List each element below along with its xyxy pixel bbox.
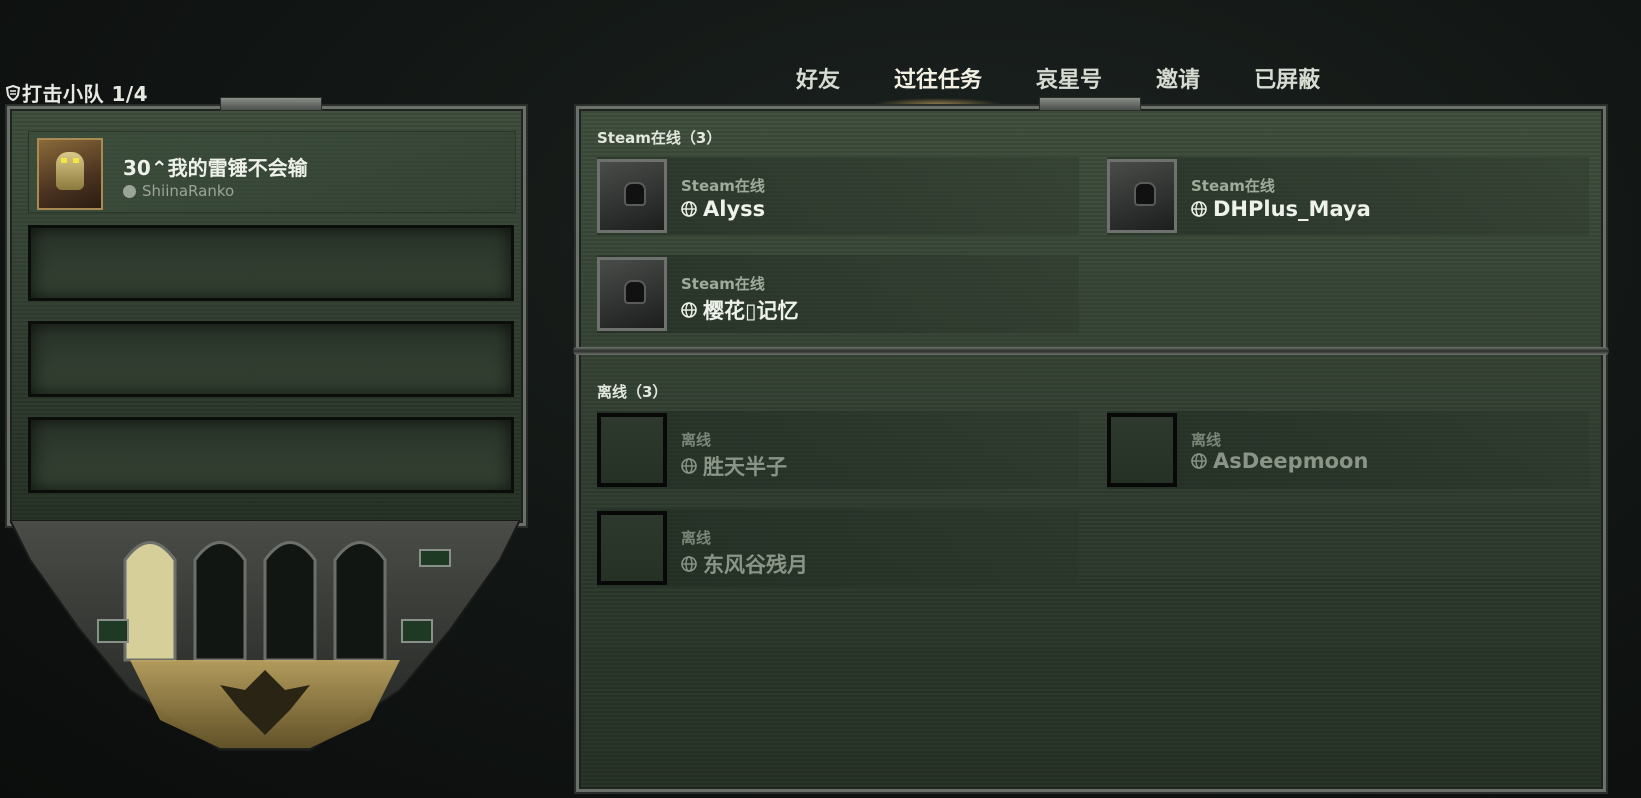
friend-status: Steam在线 xyxy=(681,177,765,195)
empty-squad-slot[interactable] xyxy=(28,225,514,301)
friend-card[interactable]: 离线 胜天半子 xyxy=(597,411,1079,489)
friend-name-text: DHPlus_Maya xyxy=(1213,197,1371,221)
friend-name: DHPlus_Maya xyxy=(1191,197,1371,221)
friend-card[interactable]: Steam在线 樱花▯记忆 xyxy=(597,255,1079,333)
online-section-label: Steam在线（3） xyxy=(597,129,722,147)
panel-cap xyxy=(220,97,322,111)
friend-name: 樱花▯记忆 xyxy=(681,295,799,325)
skull-icon xyxy=(624,182,646,206)
friend-card[interactable]: 离线 东风谷残月 xyxy=(597,509,1079,587)
member-account: ShiinaRanko xyxy=(123,182,234,200)
gothic-shrine-decoration xyxy=(10,520,520,751)
friend-card[interactable]: 离线 AsDeepmoon xyxy=(1107,411,1589,489)
avatar xyxy=(37,138,103,210)
panel-cap xyxy=(1039,97,1141,111)
empty-squad-slot[interactable] xyxy=(28,321,514,397)
friend-name: 东风谷残月 xyxy=(681,549,808,579)
avatar xyxy=(597,159,667,233)
avatar xyxy=(1107,159,1177,233)
offline-section-label: 离线（3） xyxy=(597,383,668,401)
globe-icon xyxy=(1191,201,1207,217)
friend-status: 离线 xyxy=(1191,431,1222,449)
globe-icon xyxy=(681,302,697,318)
squad-panel: 30⌃我的雷锤不会输 ShiinaRanko xyxy=(7,97,526,526)
friend-status: 离线 xyxy=(681,431,712,449)
skull-icon xyxy=(1134,182,1156,206)
tab-friends[interactable]: 好友 xyxy=(780,58,856,104)
avatar xyxy=(597,511,667,585)
friends-panel: Steam在线（3） Steam在线 Alyss Steam在线 DHPlus_… xyxy=(573,97,1609,792)
skull-icon xyxy=(624,280,646,304)
squad-member-slot[interactable]: 30⌃我的雷锤不会输 ShiinaRanko xyxy=(28,131,516,213)
friend-name: 胜天半子 xyxy=(681,451,787,481)
eye-icon xyxy=(61,158,67,163)
friend-card[interactable]: Steam在线 DHPlus_Maya xyxy=(1107,157,1589,235)
empty-squad-slot[interactable] xyxy=(28,417,514,493)
avatar xyxy=(597,413,667,487)
avatar xyxy=(1107,413,1177,487)
globe-icon xyxy=(1191,453,1207,469)
friend-name-text: 东风谷残月 xyxy=(703,553,808,577)
tab-blocked[interactable]: 已屏蔽 xyxy=(1238,58,1336,104)
avatar xyxy=(597,257,667,331)
friend-status: Steam在线 xyxy=(1191,177,1275,195)
tab-past-missions[interactable]: 过往任务 xyxy=(874,58,1003,110)
eye-icon xyxy=(73,158,79,163)
friend-name-text: Alyss xyxy=(703,197,766,221)
friend-name-text: AsDeepmoon xyxy=(1213,449,1369,473)
tab-invites[interactable]: 邀请 xyxy=(1140,58,1216,104)
steam-icon xyxy=(123,184,136,198)
friend-name: AsDeepmoon xyxy=(1191,449,1368,473)
friend-name: Alyss xyxy=(681,197,765,221)
member-name: 30⌃我的雷锤不会输 xyxy=(123,156,308,180)
globe-icon xyxy=(681,556,697,572)
member-account-name: ShiinaRanko xyxy=(142,182,235,200)
section-divider xyxy=(573,347,1609,355)
squad-title: 打击小队 1/4 xyxy=(6,78,148,107)
friend-status: Steam在线 xyxy=(681,275,765,293)
friend-name-text: 胜天半子 xyxy=(703,455,787,479)
squad-title-text: 打击小队 1/4 xyxy=(22,82,149,106)
globe-icon xyxy=(681,201,697,217)
shield-icon xyxy=(6,84,20,101)
globe-icon xyxy=(681,458,697,474)
friend-status: 离线 xyxy=(681,529,712,547)
friend-card[interactable]: Steam在线 Alyss xyxy=(597,157,1079,235)
friend-name-text: 樱花▯记忆 xyxy=(703,299,799,323)
